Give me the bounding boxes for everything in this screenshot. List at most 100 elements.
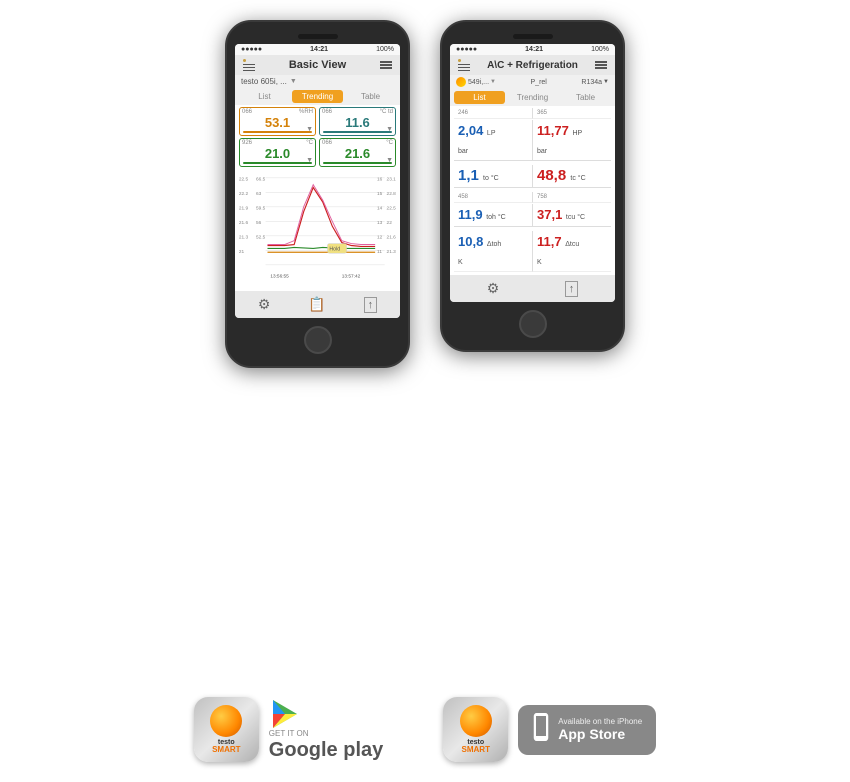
export-btn-right[interactable]: ↑: [565, 281, 579, 297]
tab-table-left[interactable]: Table: [345, 90, 396, 103]
cell-id-temp2: 066: [322, 140, 332, 146]
home-button-right[interactable]: [519, 310, 547, 338]
tab-trending-left[interactable]: Trending: [292, 90, 343, 103]
signal-dots-left: ●●●●●: [241, 46, 262, 53]
refrig-cell-dtcu: 11,7 ΔtcuK: [533, 231, 611, 272]
appstore-text: Available on the iPhone App Store: [558, 717, 642, 742]
refrig-cell-hp-num: 365: [533, 108, 611, 119]
refrig-cell-tcu: 37,1 tcu °C: [533, 204, 611, 227]
rc-value-tc: 48,8: [537, 167, 570, 184]
refrig-cell-lp-num: 246: [454, 108, 533, 119]
prel-label: P_rel: [531, 79, 547, 86]
rc-unit-tc: tc °C: [570, 175, 585, 182]
rc-unit-tcu: tcu °C: [566, 214, 585, 221]
google-play-text: GET IT ON Google play: [269, 730, 383, 761]
svg-text:13:57:42: 13:57:42: [342, 273, 361, 279]
refrig-cell-lp: 2,04 LPbar: [454, 120, 533, 161]
cell-value-temp1: 21.0: [243, 146, 312, 161]
phone-top-bar-left: [235, 34, 400, 39]
refrigerant-selector[interactable]: R134a ▼: [581, 79, 609, 86]
save-btn-left[interactable]: 📋: [308, 296, 325, 313]
app-title-right: A\C + Refrigeration: [487, 60, 578, 71]
phone-speaker-right: [513, 34, 553, 39]
menu-right-icon[interactable]: [380, 61, 392, 69]
cell-unit-td: °C td: [380, 109, 393, 115]
home-button-left[interactable]: [304, 326, 332, 354]
measure-area-left: 066 %RH 53.1 ▼ 066 °C td 11.6 ▼: [235, 105, 400, 171]
tab-trending-right[interactable]: Trending: [507, 91, 558, 104]
underline-td: [323, 131, 392, 133]
status-bar-right: ●●●●● 14:21 100%: [450, 44, 615, 55]
google-play-name: Google play: [269, 739, 383, 761]
bottom-toolbar-left: ⚙ 📋 ↑: [235, 291, 400, 318]
rc-value-tcu: 37,1: [537, 207, 566, 222]
signal-dots-right: ●●●●●: [456, 46, 477, 53]
cell-arrow-rh: ▼: [306, 126, 313, 133]
cell-value-rh: 53.1: [243, 115, 312, 130]
google-play-badge[interactable]: GET IT ON Google play: [269, 698, 383, 761]
right-phone: ●●●●● 14:21 100% A\C + Refrigeration: [440, 20, 625, 352]
refrigerant-value: R134a: [581, 79, 602, 86]
refrig-cell-dtoh: 10,8 ΔtohK: [454, 231, 533, 272]
cell-id-rh: 066: [242, 109, 252, 115]
svg-text:56: 56: [256, 220, 262, 226]
svg-text:13:56:55: 13:56:55: [270, 273, 289, 279]
svg-text:11: 11: [377, 249, 382, 255]
chart-area-left: 22.5 22.2 21.9 21.6 21.3 21 23.1 22.8 22…: [235, 171, 400, 291]
refrigerant-arrow: ▼: [603, 79, 609, 85]
phone-top-bar-right: [450, 34, 615, 39]
menu-left-icon[interactable]: [243, 59, 255, 71]
cell-arrow-td: ▼: [386, 126, 393, 133]
settings-btn-left[interactable]: ⚙: [258, 296, 271, 313]
svg-text:21.3: 21.3: [239, 235, 249, 241]
svg-text:16: 16: [377, 177, 383, 183]
svg-text:52.5: 52.5: [256, 235, 266, 241]
rc-num-toh: 458: [458, 194, 528, 200]
iphone-icon: [532, 713, 550, 741]
refrig-cell-tcu-num: 758: [533, 192, 611, 203]
appstore-phone-icon: [532, 713, 550, 747]
sensor-arrow: ▼: [490, 79, 496, 85]
refrig-row-3num: 458 758: [454, 192, 611, 203]
tabs-right: List Trending Table: [450, 89, 615, 106]
settings-btn-right[interactable]: ⚙: [487, 280, 500, 297]
svg-text:21.6: 21.6: [239, 220, 249, 226]
underline-rh: [243, 131, 312, 133]
cell-temp1: 926 °C 21.0 ▼: [239, 138, 316, 167]
cell-unit-temp1: °C: [306, 140, 313, 146]
export-btn-left[interactable]: ↑: [364, 297, 378, 313]
tab-table-right[interactable]: Table: [560, 91, 611, 104]
device-name-left: testo 605i, ...: [241, 77, 287, 86]
device-row-left[interactable]: testo 605i, ... ▼: [235, 75, 400, 88]
svg-text:22.2: 22.2: [239, 191, 249, 197]
svg-text:22.8: 22.8: [387, 191, 397, 197]
svg-text:22: 22: [387, 220, 393, 226]
appstore-name-label: App Store: [558, 726, 642, 742]
cell-value-td: 11.6: [323, 115, 392, 130]
rc-value-dtoh: 10,8: [458, 234, 487, 249]
testo-icon-left[interactable]: testo SMART: [194, 697, 259, 762]
menu-right-icon-right[interactable]: [595, 61, 607, 69]
google-play-icon: [269, 698, 301, 730]
refrig-cell-to: 1,1 to °C: [454, 165, 533, 188]
app-store-badge[interactable]: Available on the iPhone App Store: [518, 705, 656, 755]
svg-text:63: 63: [256, 191, 262, 197]
testo-icon-right[interactable]: testo SMART: [443, 697, 508, 762]
rc-num-hp: 365: [537, 110, 607, 116]
cell-id-td: 066: [322, 109, 332, 115]
menu-left-icon-right[interactable]: [458, 59, 470, 71]
status-bar-left: ●●●●● 14:21 100%: [235, 44, 400, 55]
tab-list-left[interactable]: List: [239, 90, 290, 103]
svg-text:21: 21: [239, 249, 245, 255]
tab-list-right[interactable]: List: [454, 91, 505, 104]
svg-text:Hold: Hold: [329, 246, 340, 252]
battery-left: 100%: [376, 46, 394, 53]
time-left: 14:21: [310, 46, 328, 53]
refrig-row-2: 1,1 to °C 48,8 tc °C: [454, 165, 611, 188]
sensor-name: 549i,...: [468, 79, 489, 86]
refrig-cell-tc: 48,8 tc °C: [533, 165, 611, 188]
testo-smart-right: SMART: [462, 746, 490, 754]
tabs-left: List Trending Table: [235, 88, 400, 105]
cell-td: 066 °C td 11.6 ▼: [319, 107, 396, 136]
svg-text:66.5: 66.5: [256, 177, 266, 183]
